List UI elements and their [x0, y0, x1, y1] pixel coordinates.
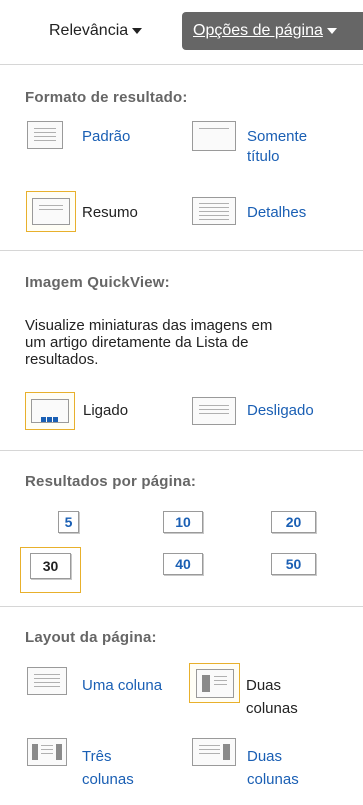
- quickview-on-icon: [31, 399, 69, 423]
- per-page-40-button[interactable]: 40: [163, 553, 203, 575]
- layout-option-two-columns-alt-line1: Duas: [247, 748, 283, 765]
- section-title-page-layout: Layout da página:: [25, 629, 157, 646]
- standard-format-icon[interactable]: [27, 121, 63, 149]
- sort-dropdown[interactable]: Relevância: [49, 22, 143, 40]
- chevron-down-icon: [132, 27, 143, 34]
- per-page-10-button[interactable]: 10: [163, 511, 203, 533]
- page-options-button[interactable]: Opções de página: [182, 12, 363, 50]
- format-option-standard[interactable]: Padrão: [82, 128, 130, 145]
- layout-option-two-columns-alt[interactable]: Duas colunas: [247, 748, 299, 788]
- sort-label: Relevância: [49, 22, 129, 39]
- two-columns-layout-icon: [196, 669, 234, 698]
- format-option-title-only[interactable]: Somente título: [247, 128, 307, 165]
- title-only-format-icon[interactable]: [192, 121, 236, 151]
- quickview-on-selected-frame[interactable]: [25, 392, 75, 430]
- format-option-title-only-line1: Somente: [247, 128, 308, 145]
- layout-option-two-columns[interactable]: Duas colunas: [246, 677, 298, 717]
- page-options-label: Opções de página: [193, 22, 323, 39]
- layout-option-three-columns-line2: colunas: [82, 771, 134, 788]
- quickview-on-label[interactable]: Ligado: [83, 402, 128, 419]
- quickview-description-line: Visualize miniaturas das imagens em: [25, 317, 273, 334]
- layout-option-one-column[interactable]: Uma coluna: [82, 677, 162, 694]
- format-option-title-only-line2: título: [247, 148, 280, 165]
- chevron-down-icon: [326, 27, 337, 34]
- per-page-20-button[interactable]: 20: [271, 511, 316, 533]
- divider: [0, 64, 363, 65]
- three-columns-layout-icon[interactable]: [27, 738, 67, 766]
- format-option-summary[interactable]: Resumo: [82, 204, 138, 221]
- layout-option-three-columns[interactable]: Três colunas: [82, 748, 134, 788]
- divider: [0, 606, 363, 607]
- format-option-details[interactable]: Detalhes: [247, 204, 306, 221]
- per-page-50-button[interactable]: 50: [271, 553, 316, 575]
- layout-two-columns-selected-frame[interactable]: [189, 663, 240, 703]
- layout-option-two-columns-line2: colunas: [246, 700, 298, 717]
- layout-option-three-columns-line1: Três: [82, 748, 112, 765]
- divider: [0, 250, 363, 251]
- format-option-summary-selected-frame[interactable]: [26, 191, 76, 232]
- layout-option-two-columns-alt-line2: colunas: [247, 771, 299, 788]
- per-page-30-button[interactable]: 30: [30, 553, 71, 579]
- quickview-off-label[interactable]: Desligado: [247, 402, 314, 419]
- quickview-description-line: resultados.: [25, 351, 99, 368]
- section-title-results-per-page: Resultados por página:: [25, 473, 197, 490]
- two-columns-right-layout-icon[interactable]: [192, 738, 236, 766]
- per-page-5-button[interactable]: 5: [58, 511, 79, 533]
- section-title-quickview: Imagem QuickView:: [25, 274, 170, 291]
- layout-option-two-columns-line1: Duas: [246, 677, 282, 694]
- summary-format-icon: [32, 198, 70, 225]
- details-format-icon[interactable]: [192, 197, 236, 225]
- section-title-result-format: Formato de resultado:: [25, 89, 188, 106]
- divider: [0, 450, 363, 451]
- one-column-layout-icon[interactable]: [27, 667, 67, 695]
- quickview-off-icon[interactable]: [192, 397, 236, 425]
- quickview-description-line: um artigo diretamente da Lista de: [25, 334, 249, 351]
- quickview-description: Visualize miniaturas das imagens em um a…: [25, 317, 355, 368]
